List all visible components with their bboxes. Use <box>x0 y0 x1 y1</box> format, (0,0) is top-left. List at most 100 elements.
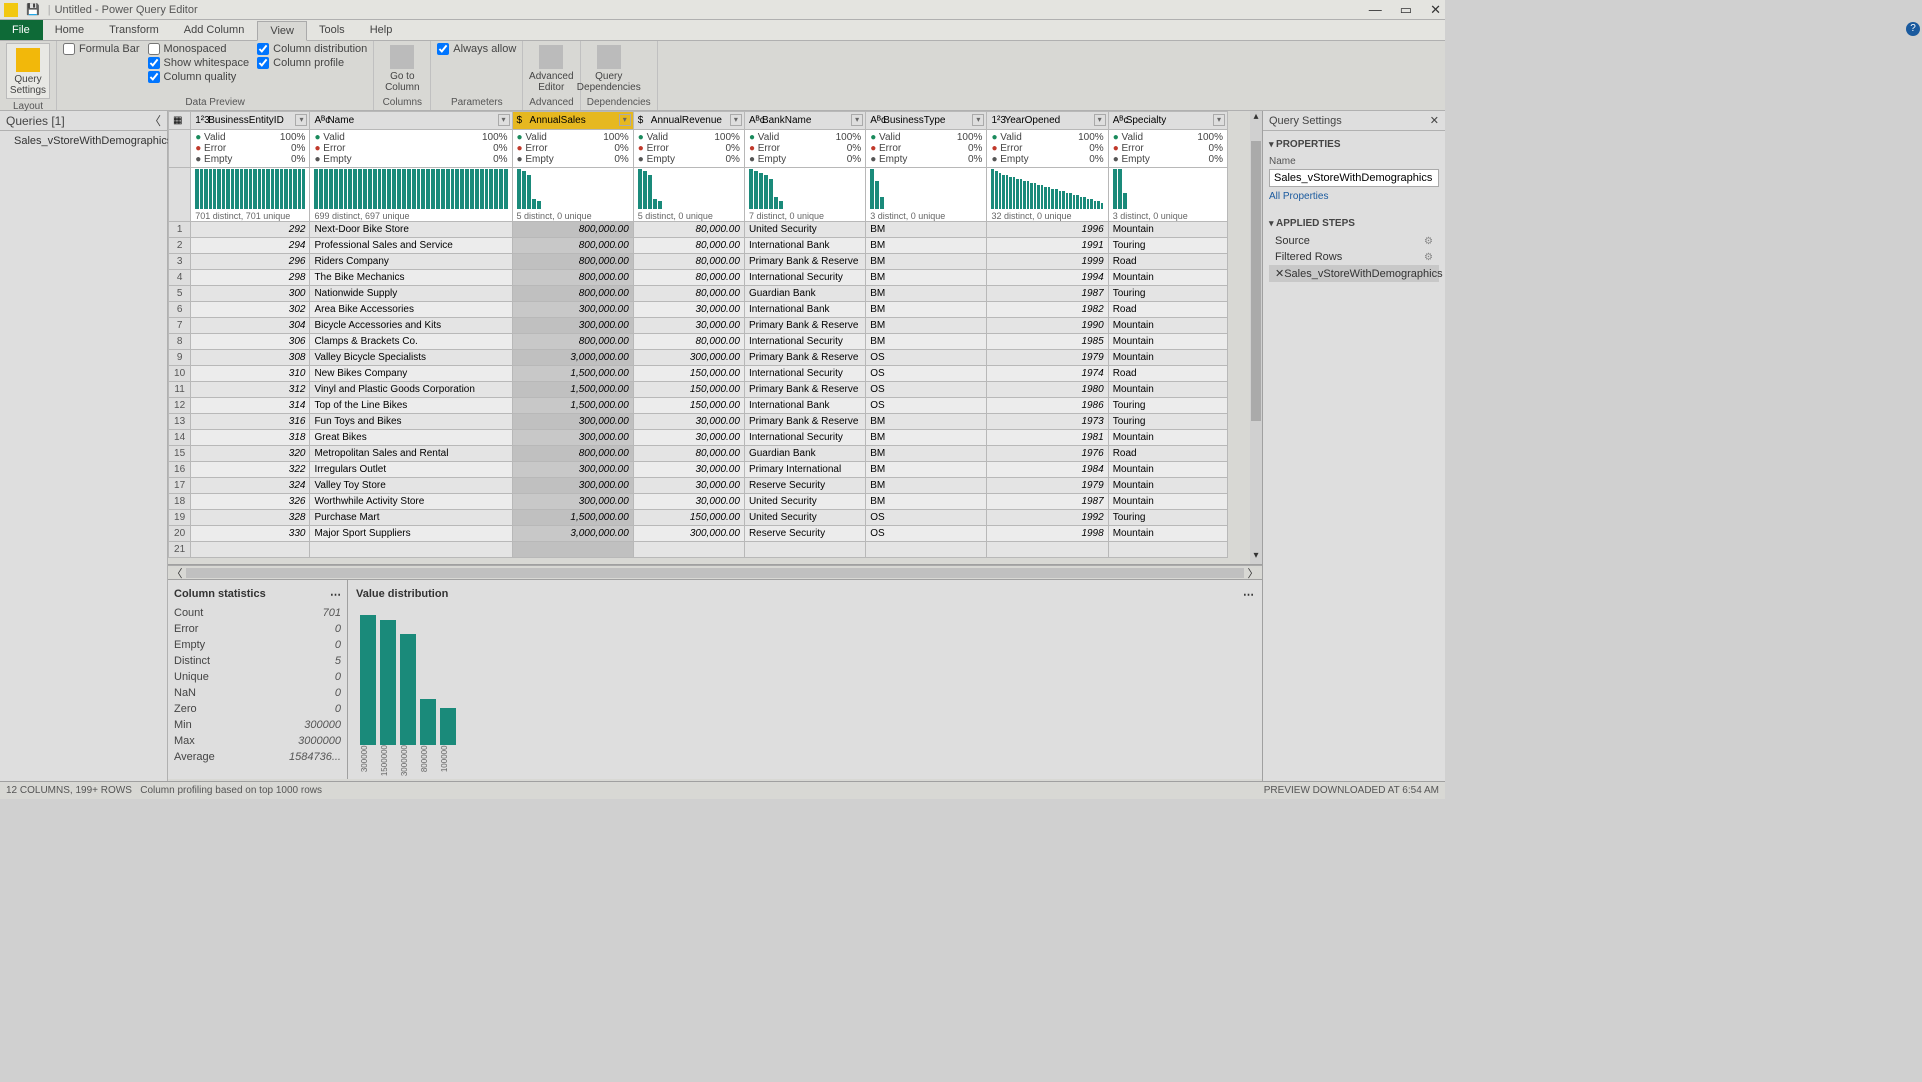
save-icon[interactable]: 💾 <box>26 3 40 16</box>
maximize-button[interactable]: ▭ <box>1400 2 1412 18</box>
step-source[interactable]: Source⚙ <box>1269 233 1439 249</box>
col-business-type[interactable]: AᴮcBusinessType▾ <box>866 112 987 130</box>
step-selected[interactable]: ✕ Sales_vStoreWithDemographics <box>1269 265 1439 282</box>
table-row[interactable]: 13316Fun Toys and Bikes300,000.0030,000.… <box>169 414 1228 430</box>
col-annual-sales[interactable]: $AnnualSales▾ <box>512 112 633 130</box>
table-row[interactable]: 18326Worthwhile Activity Store300,000.00… <box>169 494 1228 510</box>
table-row[interactable]: 4298The Bike Mechanics800,000.0080,000.0… <box>169 270 1228 286</box>
check-column-profile[interactable]: Column profile <box>257 57 367 69</box>
query-settings-button[interactable]: Query Settings <box>6 43 50 99</box>
column-header-row[interactable]: ▦ 1²3BusinessEntityID▾ AᴮcName▾ $AnnualS… <box>169 112 1228 130</box>
go-to-column-button[interactable]: Go to Column <box>380 43 424 93</box>
table-row[interactable]: 5300Nationwide Supply800,000.0080,000.00… <box>169 286 1228 302</box>
advanced-editor-button[interactable]: Advanced Editor <box>529 43 573 93</box>
table-row[interactable]: 14318Great Bikes 300,000.0030,000.00Inte… <box>169 430 1228 446</box>
table-row[interactable]: 1292Next-Door Bike Store800,000.0080,000… <box>169 222 1228 238</box>
text-icon: Aᴮc <box>870 115 880 125</box>
gear-icon[interactable]: ⚙ <box>1424 236 1433 247</box>
col-specialty[interactable]: AᴮcSpecialty▾ <box>1108 112 1227 130</box>
check-column-quality[interactable]: Column quality <box>148 71 250 83</box>
table-row[interactable]: 10310New Bikes Company1,500,000.00150,00… <box>169 366 1228 382</box>
table-row[interactable]: 2294Professional Sales and Service800,00… <box>169 238 1228 254</box>
close-icon[interactable]: ✕ <box>1430 114 1439 127</box>
table-row[interactable]: 21 <box>169 542 1228 558</box>
check-show-whitespace[interactable]: Show whitespace <box>148 57 250 69</box>
table-row[interactable]: 17324Valley Toy Store300,000.0030,000.00… <box>169 478 1228 494</box>
chart-bar <box>440 708 456 745</box>
value-distribution-chart <box>356 605 1254 745</box>
col-name[interactable]: AᴮcName▾ <box>310 112 512 130</box>
chart-bar <box>360 615 376 745</box>
tab-transform[interactable]: Transform <box>97 20 172 40</box>
filter-dropdown-icon[interactable]: ▾ <box>730 114 742 126</box>
table-row[interactable]: 8306Clamps & Brackets Co.800,000.0080,00… <box>169 334 1228 350</box>
table-row[interactable]: 7304Bicycle Accessories and Kits300,000.… <box>169 318 1228 334</box>
stat-row: Min300000 <box>174 717 341 733</box>
table-row[interactable]: 11312Vinyl and Plastic Goods Corporation… <box>169 382 1228 398</box>
chart-bar <box>380 620 396 745</box>
check-column-distribution[interactable]: Column distribution <box>257 43 367 55</box>
table-row[interactable]: 6302Area Bike Accessories300,000.0030,00… <box>169 302 1228 318</box>
filter-dropdown-icon[interactable]: ▾ <box>851 114 863 126</box>
gear-icon[interactable]: ⚙ <box>1424 252 1433 263</box>
row-header-corner[interactable]: ▦ <box>169 112 191 130</box>
scrollbar-thumb[interactable] <box>1251 141 1261 421</box>
table-row[interactable]: 19328Purchase Mart1,500,000.00150,000.00… <box>169 510 1228 526</box>
col-year-opened[interactable]: 1²3YearOpened▾ <box>987 112 1108 130</box>
vertical-scrollbar[interactable]: ▴ ▾ <box>1250 111 1262 564</box>
query-dependencies-button[interactable]: Query Dependencies <box>587 43 631 93</box>
more-icon[interactable]: ⋯ <box>1243 588 1254 601</box>
horizontal-scrollbar[interactable]: 〈 〉 <box>168 565 1262 579</box>
properties-section[interactable]: PROPERTIES <box>1269 135 1439 154</box>
tab-home[interactable]: Home <box>43 20 97 40</box>
applied-steps-section[interactable]: APPLIED STEPS <box>1269 214 1439 233</box>
stat-row: Distinct5 <box>174 653 341 669</box>
filter-dropdown-icon[interactable]: ▾ <box>295 114 307 126</box>
value-distribution-title: Value distribution <box>356 588 448 601</box>
data-grid[interactable]: ▦ 1²3BusinessEntityID▾ AᴮcName▾ $AnnualS… <box>168 111 1262 565</box>
all-properties-link[interactable]: All Properties <box>1269 187 1439 206</box>
minimize-button[interactable]: — <box>1369 2 1382 18</box>
query-settings-title: Query Settings <box>1269 115 1342 127</box>
stat-row: Average1584736... <box>174 749 341 765</box>
number-icon: 1²3 <box>195 115 205 125</box>
table-row[interactable]: 20330Major Sport Suppliers3,000,000.0030… <box>169 526 1228 542</box>
app-icon <box>4 3 18 17</box>
scrollbar-track[interactable] <box>186 568 1244 578</box>
table-row[interactable]: 15320Metropolitan Sales and Rental800,00… <box>169 446 1228 462</box>
filter-dropdown-icon[interactable]: ▾ <box>1213 114 1225 126</box>
status-bar: 12 COLUMNS, 199+ ROWS Column profiling b… <box>0 781 1445 799</box>
scroll-down-icon[interactable]: ▾ <box>1250 550 1262 564</box>
check-formula-bar[interactable]: Formula Bar <box>63 43 140 55</box>
scroll-up-icon[interactable]: ▴ <box>1250 111 1262 125</box>
currency-icon: $ <box>517 115 527 125</box>
stat-row: Empty0 <box>174 637 341 653</box>
table-row[interactable]: 9308Valley Bicycle Specialists3,000,000.… <box>169 350 1228 366</box>
query-item[interactable]: Sales_vStoreWithDemographics <box>0 131 167 151</box>
col-bank-name[interactable]: AᴮcBankName▾ <box>744 112 865 130</box>
step-filtered-rows[interactable]: Filtered Rows⚙ <box>1269 249 1439 265</box>
check-monospaced[interactable]: Monospaced <box>148 43 250 55</box>
tab-add-column[interactable]: Add Column <box>172 20 258 40</box>
tab-tools[interactable]: Tools <box>307 20 358 40</box>
number-icon: 1²3 <box>991 115 1001 125</box>
col-annual-revenue[interactable]: $AnnualRevenue▾ <box>633 112 744 130</box>
more-icon[interactable]: ⋯ <box>330 588 341 601</box>
tab-file[interactable]: File <box>0 20 43 40</box>
table-row[interactable]: 12314Top of the Line Bikes1,500,000.0015… <box>169 398 1228 414</box>
filter-dropdown-icon[interactable]: ▾ <box>1094 114 1106 126</box>
help-icon[interactable]: ? <box>1906 22 1920 36</box>
table-row[interactable]: 16322Irregulars Outlet300,000.0030,000.0… <box>169 462 1228 478</box>
close-button[interactable]: ✕ <box>1430 2 1441 18</box>
filter-dropdown-icon[interactable]: ▾ <box>619 114 631 126</box>
filter-dropdown-icon[interactable]: ▾ <box>972 114 984 126</box>
query-name-input[interactable] <box>1269 169 1439 187</box>
col-business-entity-id[interactable]: 1²3BusinessEntityID▾ <box>191 112 310 130</box>
tab-help[interactable]: Help <box>358 20 406 40</box>
filter-dropdown-icon[interactable]: ▾ <box>498 114 510 126</box>
column-statistics-title: Column statistics <box>174 588 266 601</box>
collapse-queries-icon[interactable]: 〈 <box>149 112 161 129</box>
table-row[interactable]: 3296Riders Company800,000.0080,000.00Pri… <box>169 254 1228 270</box>
tab-view[interactable]: View <box>257 21 307 41</box>
check-always-allow[interactable]: Always allow <box>437 43 516 55</box>
